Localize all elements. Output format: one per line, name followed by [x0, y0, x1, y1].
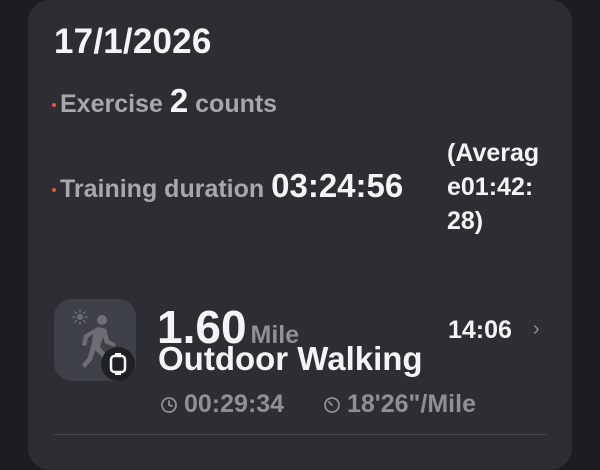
training-duration-value: 03:24:56	[271, 167, 404, 204]
chevron-right-icon[interactable]: ›	[533, 318, 540, 341]
bullet-dot	[52, 103, 56, 108]
activity-pace: 18'26"/Mile	[323, 390, 476, 419]
average-duration: (Average01:42:28)	[447, 139, 540, 235]
training-label: Training duration	[60, 175, 265, 203]
clock-icon	[161, 397, 177, 414]
exercise-label: Exercise	[60, 90, 163, 118]
training-duration-row: Training duration 03:24:56	[52, 167, 403, 205]
pace-value: 18'26"/Mile	[347, 390, 476, 418]
watch-icon	[101, 347, 135, 381]
speed-gauge-icon	[324, 397, 340, 414]
date-title: 17/1/2026	[54, 22, 212, 61]
activity-duration: 00:29:34	[160, 390, 284, 419]
exercise-unit: counts	[195, 90, 278, 118]
exercise-count-row: Exercise 2 counts	[52, 82, 277, 120]
duration-value: 00:29:34	[184, 390, 285, 418]
activity-name[interactable]: Outdoor Walking	[158, 340, 423, 378]
exercise-count: 2	[169, 82, 189, 119]
divider	[54, 434, 547, 435]
bullet-dot	[52, 188, 56, 193]
activity-start-time: 14:06	[448, 316, 512, 344]
